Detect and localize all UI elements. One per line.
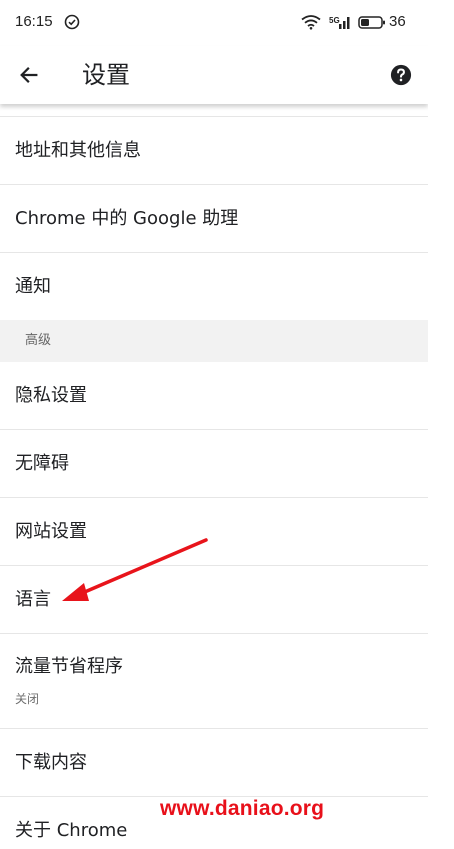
status-bar: 16:15 5G 36 bbox=[0, 0, 428, 46]
settings-list: 地址和其他信息 Chrome 中的 Google 助理 通知 高级 隐私设置 无… bbox=[0, 104, 428, 849]
settings-item-label: 网站设置 bbox=[15, 521, 87, 542]
settings-item-google-assistant[interactable]: Chrome 中的 Google 助理 bbox=[0, 185, 428, 253]
status-time: 16:15 bbox=[15, 13, 53, 30]
app-bar: 设置 bbox=[0, 46, 428, 104]
page-title: 设置 bbox=[82, 61, 130, 89]
wifi-icon bbox=[301, 15, 321, 30]
settings-item-downloads[interactable]: 下载内容 bbox=[0, 729, 428, 797]
settings-item-privacy[interactable]: 隐私设置 bbox=[0, 362, 428, 430]
settings-item-accessibility[interactable]: 无障碍 bbox=[0, 430, 428, 498]
help-button[interactable] bbox=[384, 58, 418, 92]
section-header-advanced: 高级 bbox=[0, 320, 428, 362]
settings-item-sublabel: 关闭 bbox=[15, 692, 40, 706]
list-top-spacer bbox=[0, 104, 428, 117]
settings-item-label: 关于 Chrome bbox=[15, 820, 128, 841]
arrow-back-icon bbox=[20, 67, 38, 83]
settings-item-notifications[interactable]: 通知 bbox=[0, 253, 428, 320]
settings-item-label: Chrome 中的 Google 助理 bbox=[15, 208, 239, 229]
alarm-icon bbox=[64, 14, 80, 30]
back-button[interactable] bbox=[12, 58, 46, 92]
settings-item-label: 地址和其他信息 bbox=[15, 140, 141, 161]
settings-item-addresses[interactable]: 地址和其他信息 bbox=[0, 117, 428, 185]
settings-item-label: 隐私设置 bbox=[15, 385, 87, 406]
help-circle-icon bbox=[390, 64, 412, 86]
right-margin bbox=[428, 0, 454, 849]
section-label: 高级 bbox=[25, 333, 52, 348]
settings-item-label: 下载内容 bbox=[15, 752, 87, 773]
signal-icon: 5G bbox=[329, 16, 350, 29]
settings-item-label: 流量节省程序 bbox=[15, 656, 123, 677]
settings-item-languages[interactable]: 语言 bbox=[0, 566, 428, 634]
settings-item-label: 通知 bbox=[15, 276, 51, 297]
svg-text:5G: 5G bbox=[329, 16, 340, 25]
settings-item-label: 无障碍 bbox=[15, 453, 69, 474]
settings-item-label: 语言 bbox=[15, 589, 51, 610]
chrome-settings-screen: 16:15 5G 36 设置 地址和其他信息 Chrome 中的 Google … bbox=[0, 0, 428, 849]
battery-level-text: 36 bbox=[389, 13, 406, 30]
watermark-text: www.daniao.org bbox=[160, 797, 325, 820]
settings-item-site-settings[interactable]: 网站设置 bbox=[0, 498, 428, 566]
battery-icon bbox=[358, 16, 385, 29]
settings-item-data-saver[interactable]: 流量节省程序 关闭 bbox=[0, 634, 428, 729]
